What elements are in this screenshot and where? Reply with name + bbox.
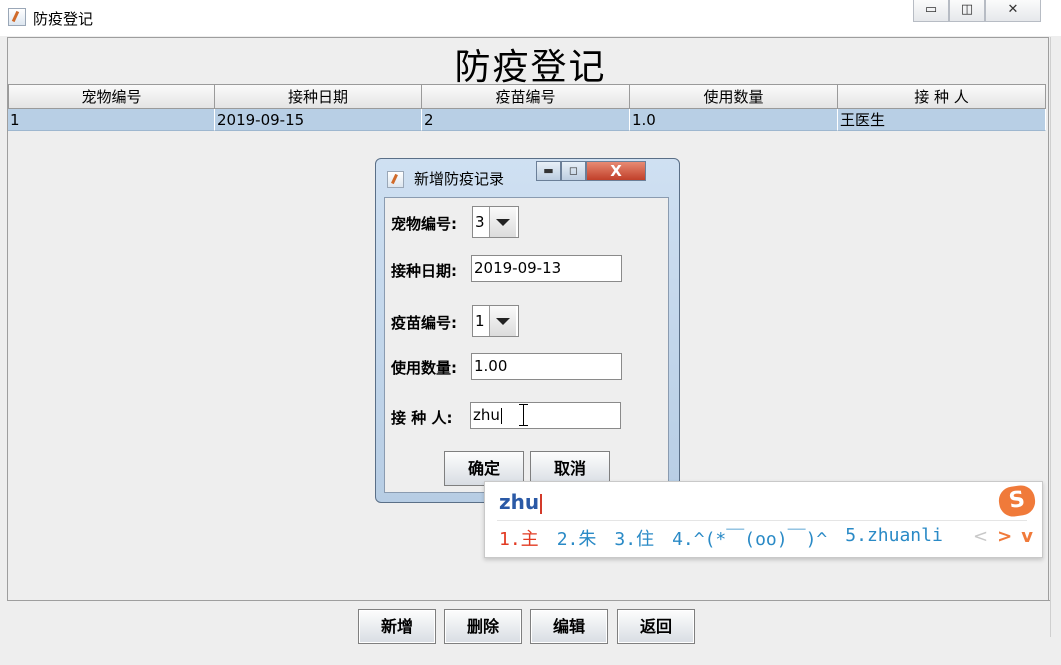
chevron-down-icon[interactable]	[489, 306, 516, 336]
ime-candidate[interactable]: 4.^(*￣(oo)￣)^	[672, 525, 827, 551]
ibeam-cursor-icon	[519, 404, 528, 426]
ime-composition: zhu	[499, 490, 543, 514]
ime-candidate[interactable]: 5.zhuanli	[845, 525, 943, 551]
ime-candidate-window: zhu S 1.主 2.朱 3.住 4.^(*￣(oo)￣)^ 5.zhuanl…	[484, 481, 1043, 558]
page-title: 防疫登记	[454, 47, 607, 88]
chevron-down-icon[interactable]	[489, 207, 516, 237]
java-app-icon	[387, 171, 404, 188]
ime-composition-text: zhu	[499, 490, 540, 514]
table-cell[interactable]: 2	[422, 109, 630, 131]
close-button[interactable]: ✕	[985, 0, 1041, 22]
vaccination-table: 宠物编号 接种日期 疫苗编号 使用数量 接 种 人 1 2019-09-15 2…	[8, 84, 1046, 131]
column-header-pet-id[interactable]: 宠物编号	[8, 84, 215, 109]
date-label: 接种日期:	[391, 262, 457, 280]
dialog-body	[384, 197, 669, 493]
window-controls: ▭ ◫ ✕	[913, 0, 1041, 24]
table-header: 宠物编号 接种日期 疫苗编号 使用数量 接 种 人	[8, 84, 1046, 109]
ime-nav: < > v	[973, 526, 1042, 547]
quantity-label: 使用数量:	[391, 359, 457, 377]
column-header-vaccine-id[interactable]: 疫苗编号	[422, 84, 630, 109]
add-button[interactable]: 新增	[358, 609, 436, 644]
title-bar: 防疫登记 ▭ ◫ ✕	[0, 0, 1061, 36]
maximize-button[interactable]: ◫	[949, 0, 985, 22]
ime-candidate[interactable]: 2.朱	[557, 525, 597, 551]
table-cell[interactable]: 1	[8, 109, 215, 131]
vaccine-id-label: 疫苗编号:	[391, 314, 457, 332]
column-header-quantity[interactable]: 使用数量	[630, 84, 838, 109]
table-cell[interactable]: 2019-09-15	[215, 109, 422, 131]
ime-candidate-list: 1.主 2.朱 3.住 4.^(*￣(oo)￣)^ 5.zhuanli	[499, 525, 961, 551]
text-caret	[500, 407, 502, 424]
pet-id-value: 3	[475, 213, 485, 231]
ime-candidate[interactable]: 1.主	[499, 525, 539, 551]
minimize-button[interactable]: ▭	[913, 0, 949, 22]
right-edge-strip	[1050, 37, 1061, 637]
sogou-logo-icon[interactable]: S	[997, 483, 1037, 519]
chevron-down-icon[interactable]: v	[1021, 526, 1033, 547]
dialog-controls: ▬ ◻ X	[536, 161, 646, 181]
divider	[497, 520, 1027, 521]
table-cell[interactable]: 1.0	[630, 109, 838, 131]
vaccinator-field[interactable]: zhu	[470, 402, 621, 429]
vaccine-id-value: 1	[475, 312, 485, 330]
dialog-title: 新增防疫记录	[414, 170, 505, 188]
chevron-left-icon[interactable]: <	[973, 526, 988, 547]
dialog-close-button[interactable]: X	[586, 161, 646, 181]
vaccinator-label: 接 种 人:	[391, 409, 453, 427]
divider	[8, 600, 1050, 601]
vaccine-id-combo[interactable]: 1	[472, 305, 519, 337]
quantity-field[interactable]: 1.00	[471, 353, 622, 380]
column-header-vaccinator[interactable]: 接 种 人	[838, 84, 1046, 109]
back-button[interactable]: 返回	[617, 609, 695, 644]
table-cell[interactable]: 王医生	[838, 109, 1046, 131]
dialog-maximize-button[interactable]: ◻	[561, 161, 586, 181]
column-header-date[interactable]: 接种日期	[215, 84, 422, 109]
ime-caret	[540, 493, 543, 514]
ime-candidate[interactable]: 3.住	[614, 525, 654, 551]
pet-id-label: 宠物编号:	[391, 215, 457, 233]
edit-button[interactable]: 编辑	[530, 609, 608, 644]
table-row[interactable]: 1 2019-09-15 2 1.0 王医生	[8, 109, 1046, 131]
dialog-minimize-button[interactable]: ▬	[536, 161, 561, 181]
pet-id-combo[interactable]: 3	[472, 206, 519, 238]
vaccinator-value: zhu	[473, 406, 500, 424]
delete-button[interactable]: 删除	[444, 609, 522, 644]
date-field[interactable]: 2019-09-13	[471, 255, 622, 282]
java-app-icon	[8, 8, 26, 26]
chevron-right-icon[interactable]: >	[997, 526, 1012, 547]
window-title: 防疫登记	[33, 10, 94, 28]
